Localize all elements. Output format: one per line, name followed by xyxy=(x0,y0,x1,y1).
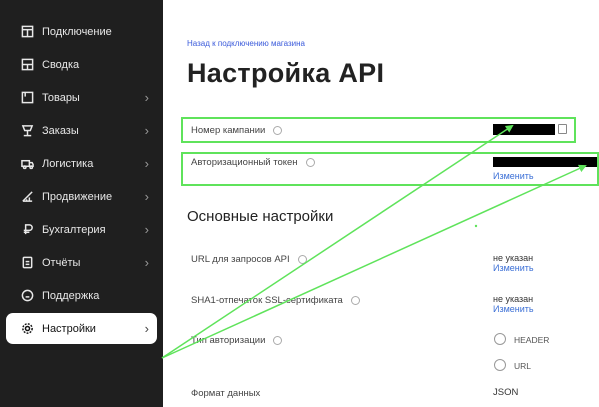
url-label: URL для запросов API xyxy=(191,254,290,265)
sidebar-item-summary[interactable]: Сводка xyxy=(6,49,157,80)
chevron-right-icon: › xyxy=(144,90,149,105)
chevron-right-icon: › xyxy=(144,255,149,270)
auth-url-label: URL xyxy=(514,361,532,371)
sidebar-item-label: Бухгалтерия xyxy=(42,223,106,236)
url-value: не указан xyxy=(493,253,534,263)
sidebar-item-label: Сводка xyxy=(42,58,80,71)
auth-header-label: HEADER xyxy=(514,335,550,345)
help-icon[interactable] xyxy=(297,254,307,264)
accounting-icon xyxy=(20,223,34,237)
format-value: JSON xyxy=(493,387,519,398)
chevron-right-icon: › xyxy=(144,321,149,336)
sidebar-item-promotion[interactable]: Продвижение › xyxy=(6,181,157,212)
url-change-link[interactable]: Изменить xyxy=(493,263,534,273)
sidebar-item-connection[interactable]: Подключение xyxy=(6,16,157,47)
auth-header-radio[interactable] xyxy=(494,333,506,345)
sidebar-item-label: Заказы xyxy=(42,124,79,137)
settings-icon xyxy=(20,322,34,336)
sidebar-item-label: Поддержка xyxy=(42,289,100,302)
auth-type-row: Тип авторизации xyxy=(191,335,283,346)
sidebar-item-label: Отчёты xyxy=(42,256,81,269)
url-row: URL для запросов API xyxy=(191,254,307,265)
format-label: Формат данных xyxy=(191,388,261,399)
support-icon xyxy=(20,289,34,303)
promotion-icon xyxy=(20,190,34,204)
sha1-value: не указан xyxy=(493,294,534,304)
chevron-right-icon: › xyxy=(144,156,149,171)
sha1-change-link[interactable]: Изменить xyxy=(493,304,534,314)
sha1-label: SHA1-отпечаток SSL-сертификата xyxy=(191,295,343,306)
chevron-right-icon: › xyxy=(144,222,149,237)
products-icon xyxy=(20,91,34,105)
summary-icon xyxy=(20,58,34,72)
help-icon[interactable] xyxy=(350,295,360,305)
reports-icon xyxy=(20,256,34,270)
sidebar-item-products[interactable]: Товары › xyxy=(6,82,157,113)
sidebar-item-label: Логистика xyxy=(42,157,94,170)
main-content: Назад к подключению магазина Настройка A… xyxy=(163,0,599,407)
orders-icon xyxy=(20,124,34,138)
sidebar-item-support[interactable]: Поддержка xyxy=(6,280,157,311)
sidebar: Подключение Сводка Товары › Заказы › Лог… xyxy=(0,0,163,407)
logistics-icon xyxy=(20,157,34,171)
section-title: Основные настройки xyxy=(187,208,334,225)
sidebar-item-reports[interactable]: Отчёты › xyxy=(6,247,157,278)
page-title: Настройка API xyxy=(187,58,385,88)
chevron-right-icon: › xyxy=(144,123,149,138)
auth-url-radio[interactable] xyxy=(494,359,506,371)
sidebar-item-orders[interactable]: Заказы › xyxy=(6,115,157,146)
help-icon[interactable] xyxy=(273,335,283,345)
sidebar-item-settings[interactable]: Настройки › xyxy=(6,313,157,344)
sidebar-item-logistics[interactable]: Логистика › xyxy=(6,148,157,179)
back-link[interactable]: Назад к подключению магазина xyxy=(187,39,305,48)
campaign-highlight-box xyxy=(181,117,576,143)
sidebar-item-label: Подключение xyxy=(42,25,112,38)
chevron-right-icon: › xyxy=(144,189,149,204)
auth-type-label: Тип авторизации xyxy=(191,335,266,346)
sidebar-item-label: Настройки xyxy=(42,322,96,335)
sidebar-item-accounting[interactable]: Бухгалтерия › xyxy=(6,214,157,245)
connection-icon xyxy=(20,25,34,39)
sidebar-item-label: Товары xyxy=(42,91,80,104)
token-highlight-box xyxy=(181,152,599,186)
sidebar-item-label: Продвижение xyxy=(42,190,113,203)
sha1-row: SHA1-отпечаток SSL-сертификата xyxy=(191,295,360,306)
